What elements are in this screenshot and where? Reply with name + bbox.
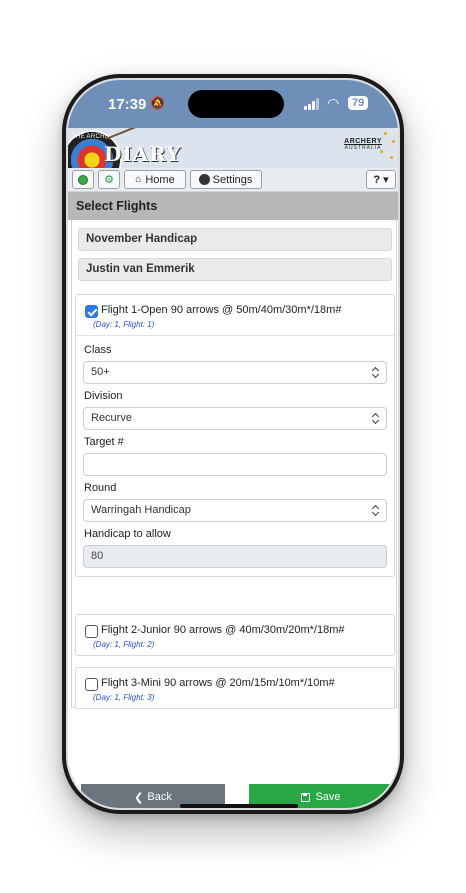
flight-subtitle: (Day: 1, Flight: 2) (93, 640, 155, 649)
flight-title: Flight 1-Open 90 arrows @ 50m/40m/30m*/1… (101, 304, 342, 316)
class-label: Class (84, 344, 112, 356)
phone-bezel: 17:39 🔕 ◠ 79 THE ARCHERS DIARY ARCHERY A… (66, 78, 400, 810)
cogs-icon: ⚙ (104, 174, 114, 186)
flight-1-form: Class 50+ Division Recurve Target # Roun… (76, 335, 394, 576)
help-dropdown-button[interactable]: ? ▾ (366, 170, 396, 189)
event-name: November Handicap (78, 228, 392, 251)
flight-title: Flight 3-Mini 90 arrows @ 20m/15m/10m*/1… (101, 677, 335, 689)
round-value: Warringah Handicap (91, 504, 191, 516)
handicap-field: 80 (83, 545, 387, 568)
class-select[interactable]: 50+ (83, 361, 387, 384)
flight-subtitle: (Day: 1, Flight: 1) (93, 320, 155, 329)
select-chevron-icon (372, 505, 379, 516)
flights-panel: November Handicap Justin van Emmerik Fli… (71, 220, 397, 709)
logo-dots (378, 132, 396, 162)
archery-australia-logo: ARCHERY AUSTRALIA (344, 138, 382, 151)
home-icon: ⌂ (135, 174, 142, 185)
home-label: Home (145, 173, 175, 186)
phone-frame: 17:39 🔕 ◠ 79 THE ARCHERS DIARY ARCHERY A… (62, 74, 404, 814)
archer-name: Justin van Emmerik (78, 258, 392, 281)
toolbar: ⚙ ⌂ Home Settings ? ▾ (68, 168, 398, 192)
round-select[interactable]: Warringah Handicap (83, 499, 387, 522)
status-bar: 17:39 🔕 ◠ 79 (68, 80, 398, 128)
division-value: Recurve (91, 412, 132, 424)
select-chevron-icon (372, 413, 379, 424)
floppy-disk-icon (301, 792, 311, 802)
target-input[interactable] (83, 453, 387, 476)
flight-title: Flight 2-Junior 90 arrows @ 40m/30m/20m*… (101, 624, 345, 636)
chevron-left-icon: ❮ (134, 791, 144, 804)
settings-button[interactable]: Settings (190, 170, 262, 189)
back-label: Back (147, 791, 172, 803)
flight-1-checkbox[interactable] (85, 305, 98, 318)
silent-bell-icon: 🔕 (150, 96, 165, 110)
flight-3-checkbox[interactable] (85, 678, 98, 691)
flight-header[interactable]: Flight 1-Open 90 arrows @ 50m/40m/30m*/1… (76, 295, 394, 335)
handicap-label: Handicap to allow (84, 528, 171, 540)
logo-line1: ARCHERY (344, 138, 382, 145)
page-title: Select Flights (68, 192, 398, 220)
app-banner: THE ARCHERS DIARY ARCHERY AUSTRALIA (68, 128, 398, 168)
phone-screen: 17:39 🔕 ◠ 79 THE ARCHERS DIARY ARCHERY A… (68, 80, 398, 808)
gear-icon (199, 175, 209, 184)
settings-label: Settings (212, 173, 253, 186)
status-time: 17:39 (108, 96, 147, 113)
banner-diary-text: DIARY (104, 142, 182, 166)
class-value: 50+ (91, 366, 110, 378)
flight-card-1: Flight 1-Open 90 arrows @ 50m/40m/30m*/1… (75, 294, 395, 577)
home-indicator[interactable] (180, 804, 298, 808)
home-button[interactable]: ⌂ Home (124, 170, 186, 189)
target-label: Target # (84, 436, 124, 448)
online-status-button[interactable] (72, 170, 94, 189)
flight-header[interactable]: Flight 3-Mini 90 arrows @ 20m/15m/10m*/1… (76, 668, 394, 708)
round-label: Round (84, 482, 117, 494)
flight-2-checkbox[interactable] (85, 625, 98, 638)
save-label: Save (315, 791, 341, 803)
globe-icon (78, 174, 88, 185)
dynamic-island (188, 90, 284, 118)
main-content: Select Flights November Handicap Justin … (68, 192, 398, 776)
flight-header[interactable]: Flight 2-Junior 90 arrows @ 40m/30m/20m*… (76, 615, 394, 655)
battery-indicator: 79 (348, 96, 369, 110)
flight-subtitle: (Day: 1, Flight: 3) (93, 693, 155, 702)
flight-card-3: Flight 3-Mini 90 arrows @ 20m/15m/10m*/1… (75, 667, 395, 709)
wifi-icon: ◠ (327, 95, 340, 111)
flight-card-2: Flight 2-Junior 90 arrows @ 40m/30m/20m*… (75, 614, 395, 656)
select-chevron-icon (372, 367, 379, 378)
sync-button[interactable]: ⚙ (98, 170, 120, 189)
division-select[interactable]: Recurve (83, 407, 387, 430)
logo-line2: AUSTRALIA (344, 145, 382, 151)
cellular-signal-icon (304, 98, 322, 110)
division-label: Division (84, 390, 123, 402)
